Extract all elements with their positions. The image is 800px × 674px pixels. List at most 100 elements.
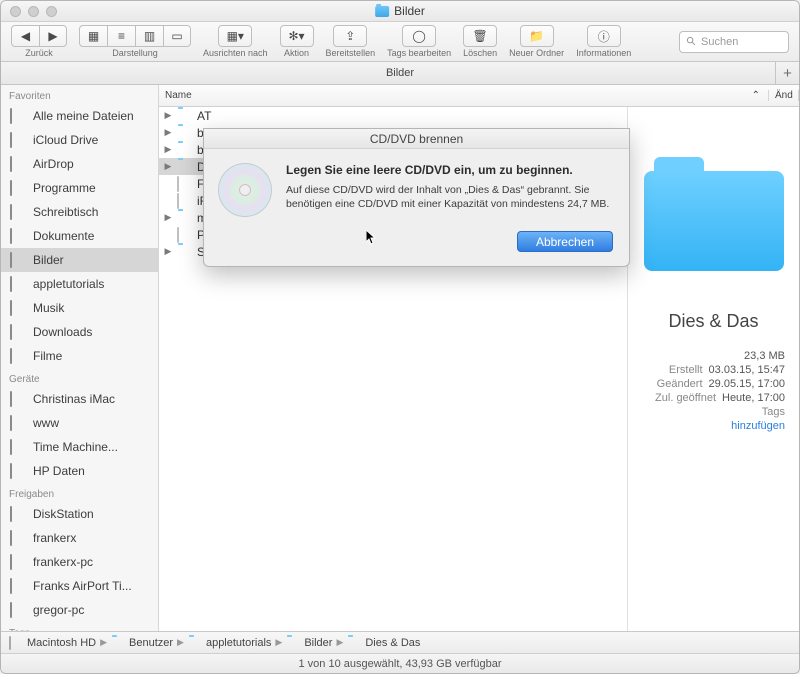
sidebar-item[interactable]: Programme [1,176,158,200]
burn-dialog: CD/DVD brennen Legen Sie eine leere CD/D… [203,128,630,267]
sidebar-item[interactable]: AirDrop [1,152,158,176]
sidebar-heading: Tags [1,622,158,631]
newfolder-group: 📁 Neuer Ordner [509,25,564,58]
sidebar-item[interactable]: gregor-pc [1,598,158,622]
sidebar-label: Alle meine Dateien [33,109,134,123]
folder-icon [188,637,202,648]
image-icon [177,177,193,190]
toolbar: ◀ ▶ Zurück ▦ ≡ ▥ ▭ Darstellung ▦▾ Ausric… [1,22,799,62]
forward-button[interactable]: ▶ [39,25,67,47]
new-tab-button[interactable]: + [775,62,799,85]
sidebar-item[interactable]: www [1,411,158,435]
folder-icon [177,245,193,258]
sidebar-item[interactable]: Christinas iMac [1,387,158,411]
disclosure-icon[interactable]: ▶ [163,110,173,121]
preview-title: Dies & Das [668,311,758,332]
sidebar-heading: Geräte [1,368,158,387]
sidebar-item[interactable]: Schreibtisch [1,200,158,224]
cursor-icon [366,230,378,246]
folder-icon [177,109,193,122]
folder-icon [286,637,300,648]
sidebar-item[interactable]: appletutorials [1,272,158,296]
arrange-button[interactable]: ▦▾ [218,25,252,47]
sidebar-label: Programme [33,181,96,195]
sidebar-item[interactable]: Downloads [1,320,158,344]
sidebar-label: appletutorials [33,277,104,291]
toolbar-label: Löschen [463,48,497,58]
sidebar-item[interactable]: Bilder [1,248,158,272]
sidebar-icon [10,440,26,454]
view-column-button[interactable]: ▥ [135,25,163,47]
column-date[interactable]: Änd [769,90,799,101]
minimize-icon[interactable] [28,6,39,17]
image-icon [177,194,193,207]
new-folder-button[interactable]: 📁 [520,25,554,47]
delete-group: 🗑 Löschen [463,25,497,58]
zoom-icon[interactable] [46,6,57,17]
back-button[interactable]: ◀ [11,25,39,47]
path-segment[interactable]: Bilder [304,637,332,649]
sidebar-icon [10,181,26,195]
share-button[interactable]: ⇪ [333,25,367,47]
sort-indicator-icon: ⌃ [752,90,760,101]
sidebar-label: Time Machine... [33,440,118,454]
tab-bilder[interactable]: Bilder [386,67,414,79]
disclosure-icon[interactable]: ▶ [163,161,173,172]
window-title-text: Bilder [394,4,425,18]
cancel-button[interactable]: Abbrechen [517,231,613,252]
path-segment[interactable]: appletutorials [206,637,271,649]
sidebar-item[interactable]: Filme [1,344,158,368]
sidebar-item[interactable]: DiskStation [1,502,158,526]
view-cover-button[interactable]: ▭ [163,25,191,47]
sidebar-label: www [33,416,59,430]
path-segment[interactable]: Dies & Das [365,637,420,649]
close-icon[interactable] [10,6,21,17]
search-input[interactable]: Suchen [679,31,789,53]
disclosure-icon[interactable]: ▶ [163,246,173,257]
sidebar-item[interactable]: frankerx-pc [1,550,158,574]
toolbar-label: Informationen [576,48,631,58]
preview-pane: Dies & Das 23,3 MB Erstellt03.03.15, 15:… [627,107,799,631]
sidebar-label: gregor-pc [33,603,84,617]
folder-icon [177,143,193,156]
view-group: ▦ ≡ ▥ ▭ Darstellung [79,25,191,58]
sidebar-item[interactable]: Musik [1,296,158,320]
arrange-group: ▦▾ Ausrichten nach [203,25,268,58]
sidebar-icon [10,301,26,315]
sidebar-label: Schreibtisch [33,205,98,219]
sidebar-item[interactable]: Dokumente [1,224,158,248]
disclosure-icon[interactable]: ▶ [163,212,173,223]
tags-button[interactable]: ◯ [402,25,436,47]
sidebar-label: Dokumente [33,229,94,243]
column-name[interactable]: Name ⌃ [159,90,769,101]
path-segment[interactable]: Benutzer [129,637,173,649]
toolbar-label: Bereitstellen [326,48,376,58]
sidebar-item[interactable]: Time Machine... [1,435,158,459]
delete-button[interactable]: 🗑 [463,25,497,47]
view-icon-button[interactable]: ▦ [79,25,107,47]
sidebar-item[interactable]: frankerx [1,526,158,550]
window-title: Bilder [375,4,425,18]
disclosure-icon[interactable]: ▶ [163,127,173,138]
folder-icon [375,6,389,17]
traffic-lights [1,6,57,17]
column-header: Name ⌃ Änd [159,85,799,107]
action-button[interactable]: ✻▾ [280,25,314,47]
dialog-body: Auf diese CD/DVD wird der Inhalt von „Di… [286,183,613,211]
view-list-button[interactable]: ≡ [107,25,135,47]
sidebar-item[interactable]: iCloud Drive [1,128,158,152]
sidebar-item[interactable]: Alle meine Dateien [1,104,158,128]
path-segment[interactable]: Macintosh HD [27,637,96,649]
action-group: ✻▾ Aktion [280,25,314,58]
add-tags-link[interactable]: hinzufügen [731,420,785,432]
sidebar-icon [10,531,26,545]
sidebar-icon [10,109,26,123]
path-bar: Macintosh HD▶Benutzer▶appletutorials▶Bil… [1,631,799,653]
disclosure-icon[interactable]: ▶ [163,144,173,155]
toolbar-label: Neuer Ordner [509,48,564,58]
info-button[interactable]: ⓘ [587,25,621,47]
sidebar-item[interactable]: Franks AirPort Ti... [1,574,158,598]
sidebar-item[interactable]: HP Daten [1,459,158,483]
titlebar[interactable]: Bilder [1,1,799,22]
toolbar-label: Aktion [284,48,309,58]
